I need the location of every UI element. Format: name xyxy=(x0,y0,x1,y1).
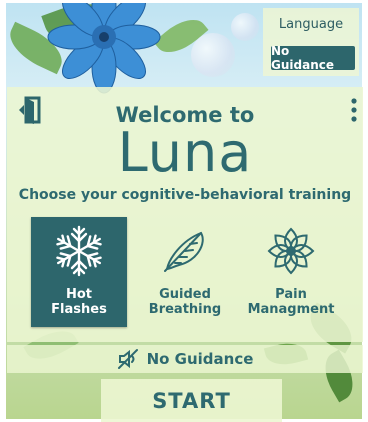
training-option-hot-flashes[interactable]: Hot Flashes xyxy=(31,217,127,327)
training-option-label: Guided Breathing xyxy=(148,287,222,317)
training-option-guided-breathing[interactable]: Guided Breathing xyxy=(137,217,233,327)
snowflake-icon xyxy=(53,225,105,277)
subtitle: Choose your cognitive-behavioral trainin… xyxy=(18,187,352,203)
language-select-button[interactable]: No Guidance xyxy=(271,44,355,72)
guidance-toggle[interactable]: No Guidance xyxy=(7,345,363,373)
blue-flower-image xyxy=(47,3,161,94)
language-panel: Language No Guidance xyxy=(263,8,359,76)
language-label: Language xyxy=(278,17,344,32)
training-option-label: Hot Flashes xyxy=(51,287,107,317)
feather-icon xyxy=(164,231,204,272)
welcome-panel: Welcome to Luna Choose your cognitive-be… xyxy=(7,87,363,342)
muted-speaker-icon xyxy=(117,349,138,369)
lotus-icon xyxy=(267,227,315,275)
guidance-label: No Guidance xyxy=(146,350,254,368)
start-button[interactable]: START xyxy=(101,379,282,422)
app-title: Luna xyxy=(117,121,253,184)
training-option-label: Pain Managment xyxy=(247,287,335,317)
background-bubble xyxy=(191,33,235,77)
training-option-pain-managment[interactable]: Pain Managment xyxy=(243,217,339,327)
background-bubble xyxy=(231,13,259,41)
